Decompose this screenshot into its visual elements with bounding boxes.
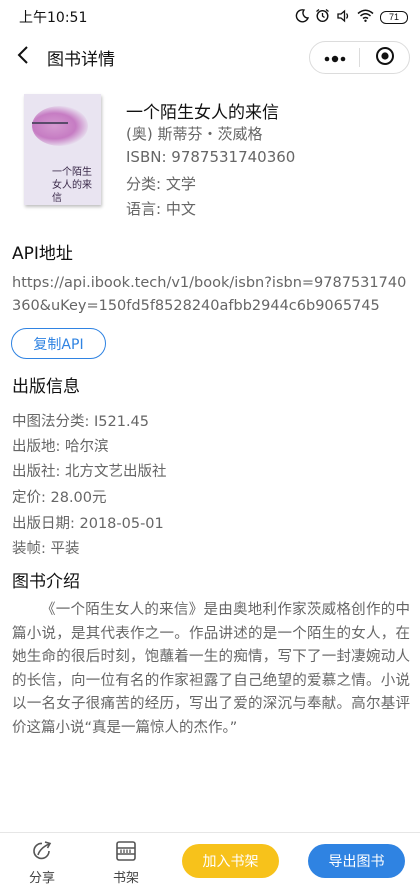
cover-line bbox=[32, 122, 68, 124]
copy-api-button[interactable]: 复制API bbox=[11, 328, 106, 359]
close-miniprogram-button[interactable] bbox=[360, 42, 409, 73]
book-author: (奥) 斯蒂芬・茨威格 bbox=[126, 125, 263, 143]
book-category: 分类: 文学 bbox=[126, 175, 196, 193]
book-language: 语言: 中文 bbox=[126, 200, 196, 218]
page-title: 图书详情 bbox=[47, 49, 115, 70]
bottom-bar: 分享 书架 加入书架 导出图书 bbox=[0, 832, 420, 887]
wifi-icon bbox=[357, 9, 374, 25]
add-to-bookshelf-button[interactable]: 加入书架 bbox=[182, 844, 279, 878]
sound-icon bbox=[336, 9, 351, 26]
api-url: https://api.ibook.tech/v1/book/isbn?isbn… bbox=[12, 275, 407, 314]
bookshelf-icon bbox=[115, 839, 137, 863]
book-title: 一个陌生女人的来信 bbox=[126, 103, 279, 123]
capsule-menu bbox=[309, 41, 410, 74]
export-book-button[interactable]: 导出图书 bbox=[308, 844, 405, 878]
publish-heading: 出版信息 bbox=[12, 377, 80, 397]
publish-place: 出版地: 哈尔滨 bbox=[12, 439, 109, 455]
status-time: 上午10:51 bbox=[19, 10, 88, 26]
nav-bar: 图书详情 bbox=[0, 34, 420, 80]
target-close-icon bbox=[375, 46, 395, 70]
share-button[interactable]: 分享 bbox=[17, 833, 67, 887]
bookshelf-nav-button[interactable]: 书架 bbox=[101, 833, 151, 887]
back-arrow-icon bbox=[16, 45, 30, 69]
alarm-icon bbox=[315, 8, 330, 26]
publish-date: 出版日期: 2018-05-01 bbox=[12, 516, 164, 532]
back-button[interactable] bbox=[1, 34, 45, 80]
status-icons: 71 bbox=[295, 8, 408, 26]
binding: 装帧: 平装 bbox=[12, 541, 80, 557]
share-icon bbox=[31, 839, 53, 863]
book-isbn: ISBN: 9787531740360 bbox=[126, 148, 296, 166]
price: 定价: 28.00元 bbox=[12, 490, 107, 506]
intro-heading: 图书介绍 bbox=[12, 572, 80, 592]
book-header: 一个陌生女人的来信 一个陌生女人的来信 (奥) 斯蒂芬・茨威格 ISBN: 97… bbox=[0, 94, 420, 224]
moon-icon bbox=[295, 8, 310, 26]
cover-splash bbox=[32, 106, 88, 146]
more-dots-icon bbox=[323, 48, 347, 67]
share-label: 分享 bbox=[28, 871, 55, 886]
book-cover-image[interactable]: 一个陌生女人的来信 bbox=[24, 94, 101, 205]
battery-icon: 71 bbox=[380, 10, 408, 24]
api-heading: API地址 bbox=[12, 244, 73, 264]
publish-classification: 中图法分类: I521.45 bbox=[12, 414, 150, 430]
shelf-label: 书架 bbox=[112, 871, 139, 886]
more-button[interactable] bbox=[310, 42, 359, 73]
status-bar: 上午10:51 71 bbox=[0, 0, 420, 34]
intro-text: 《一个陌生女人的来信》是由奥地利作家茨威格创作的中篇小说，是其代表作之一。作品讲… bbox=[12, 602, 410, 736]
cover-title: 一个陌生女人的来信 bbox=[52, 167, 92, 204]
publisher: 出版社: 北方文艺出版社 bbox=[12, 464, 167, 480]
